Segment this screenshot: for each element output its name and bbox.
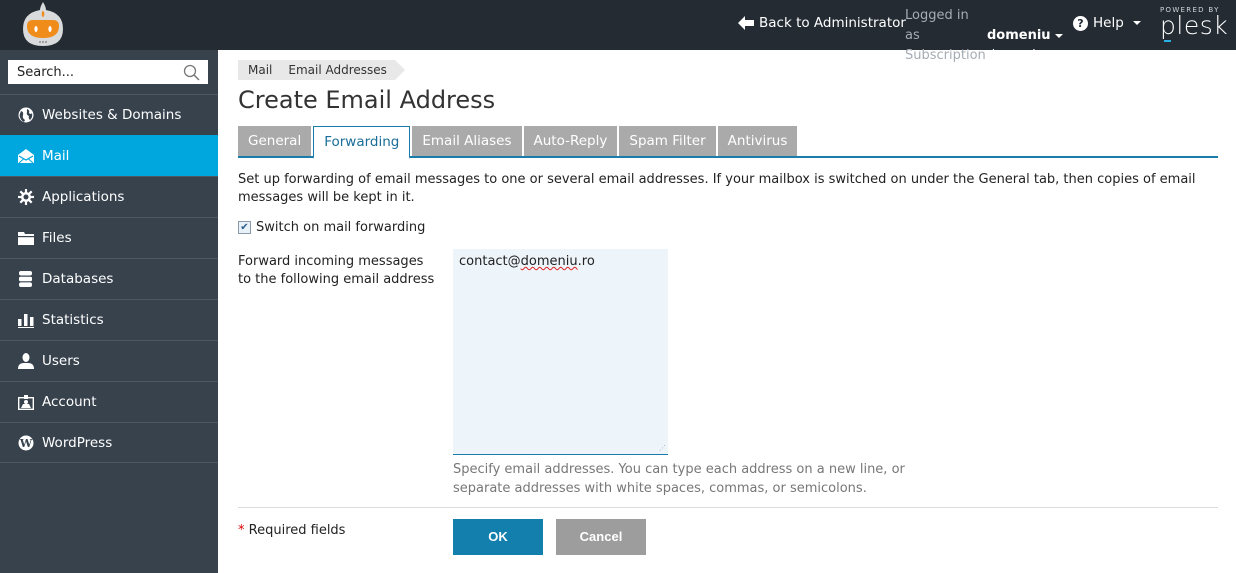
textarea-value-suffix: .ro — [577, 254, 595, 269]
chevron-down-icon — [1132, 21, 1141, 25]
required-label: Required fields — [248, 523, 346, 538]
sidebar-item-label: Databases — [42, 271, 114, 287]
account-info: Logged in as domeniu Subscriptiondomeniu.… — [905, 6, 1063, 66]
envelope-icon — [17, 148, 34, 165]
svg-text:W: W — [18, 437, 32, 450]
tab-general[interactable]: General — [238, 126, 312, 156]
textarea-value-prefix: contact@ — [459, 254, 521, 269]
sidebar-item-applications[interactable]: Applications — [0, 176, 218, 217]
username: domeniu — [987, 28, 1051, 43]
sidebar: Search... Websites & Domains Mail Applic… — [0, 50, 218, 573]
top-bar: Back to Administrator Logged in as domeni… — [0, 0, 1236, 63]
tab-description: Set up forwarding of email messages to o… — [238, 172, 1196, 205]
tab-forwarding[interactable]: Forwarding — [313, 126, 411, 159]
spellcheck-word: domeniu — [520, 254, 578, 269]
tab-antivirus[interactable]: Antivirus — [717, 126, 798, 156]
folder-icon — [17, 230, 34, 247]
sidebar-item-label: Account — [42, 394, 97, 410]
sidebar-item-label: Applications — [42, 189, 125, 205]
sidebar-item-databases[interactable]: Databases — [0, 258, 218, 299]
user-icon — [17, 353, 34, 370]
required-fields-note: * Required fields — [238, 523, 345, 538]
help-menu[interactable]: ? Help — [1073, 15, 1141, 31]
account-card-icon — [17, 394, 34, 411]
subscription-value[interactable]: domeniu.ro — [987, 48, 1061, 63]
arrow-left-icon — [738, 16, 754, 30]
sidebar-item-account[interactable]: Account — [0, 381, 218, 422]
breadcrumb-item-email-addresses[interactable]: Email Addresses — [279, 60, 405, 80]
tab-spam-filter[interactable]: Spam Filter — [619, 126, 716, 156]
plesk-brand: POWERED BY plesk — [1160, 6, 1229, 42]
tab-auto-reply[interactable]: Auto-Reply — [523, 126, 618, 156]
cancel-button[interactable]: Cancel — [556, 519, 646, 555]
resize-handle[interactable]: ⋰ — [659, 444, 666, 452]
logged-in-label: Logged in as — [905, 8, 969, 43]
divider — [238, 507, 1218, 508]
sidebar-item-wordpress[interactable]: W WordPress — [0, 422, 218, 463]
ok-button[interactable]: OK — [453, 519, 543, 555]
globe-icon — [17, 107, 34, 124]
plesk-mascot-logo[interactable] — [19, 0, 67, 48]
field-hint: Specify email addresses. You can type ea… — [453, 462, 905, 496]
wordpress-icon: W — [17, 434, 34, 451]
sidebar-item-statistics[interactable]: Statistics — [0, 299, 218, 340]
bar-chart-icon — [17, 312, 34, 329]
plesk-logo: plesk — [1160, 11, 1229, 42]
back-to-administrator-link[interactable]: Back to Administrator — [738, 15, 906, 31]
sidebar-item-label: WordPress — [42, 434, 113, 451]
sidebar-item-files[interactable]: Files — [0, 217, 218, 258]
question-icon: ? — [1073, 15, 1088, 31]
sidebar-item-label: Mail — [42, 148, 70, 164]
checkbox-label: Switch on mail forwarding — [256, 220, 426, 235]
help-label: Help — [1093, 15, 1124, 31]
forwarding-checkbox[interactable]: ✔ — [238, 221, 251, 234]
page-title: Create Email Address — [238, 86, 496, 114]
chevron-down-icon — [1054, 33, 1063, 38]
tab-email-aliases[interactable]: Email Aliases — [412, 126, 522, 156]
sidebar-item-label: Users — [42, 353, 80, 369]
mail-forwarding-toggle[interactable]: ✔ Switch on mail forwarding — [238, 220, 425, 235]
tab-bar: General Forwarding Email Aliases Auto-Re… — [238, 126, 1218, 159]
user-menu[interactable]: domeniu — [987, 28, 1063, 43]
forward-address-label: Forward incoming messages to the followi… — [238, 254, 435, 287]
gear-icon — [17, 189, 34, 206]
search-input[interactable]: Search... — [8, 60, 208, 84]
sidebar-nav: Websites & Domains Mail Applications Fil… — [0, 94, 218, 463]
search-icon[interactable] — [183, 64, 200, 81]
forward-address-textarea[interactable]: contact@domeniu.ro ⋰ — [453, 249, 668, 455]
breadcrumb-item-mail[interactable]: Mail — [238, 60, 291, 80]
back-label: Back to Administrator — [759, 15, 906, 31]
breadcrumb: Mail Email Addresses — [238, 60, 405, 80]
sidebar-item-websites-domains[interactable]: Websites & Domains — [0, 94, 218, 135]
required-star: * — [238, 523, 245, 538]
database-icon — [17, 271, 34, 288]
sidebar-item-label: Statistics — [42, 312, 104, 328]
subscription-label: Subscription — [905, 48, 986, 63]
sidebar-item-label: Files — [42, 230, 72, 246]
search-placeholder: Search... — [17, 64, 75, 80]
sidebar-item-mail[interactable]: Mail — [0, 135, 218, 176]
sidebar-item-label: Websites & Domains — [42, 107, 182, 123]
sidebar-item-users[interactable]: Users — [0, 340, 218, 381]
